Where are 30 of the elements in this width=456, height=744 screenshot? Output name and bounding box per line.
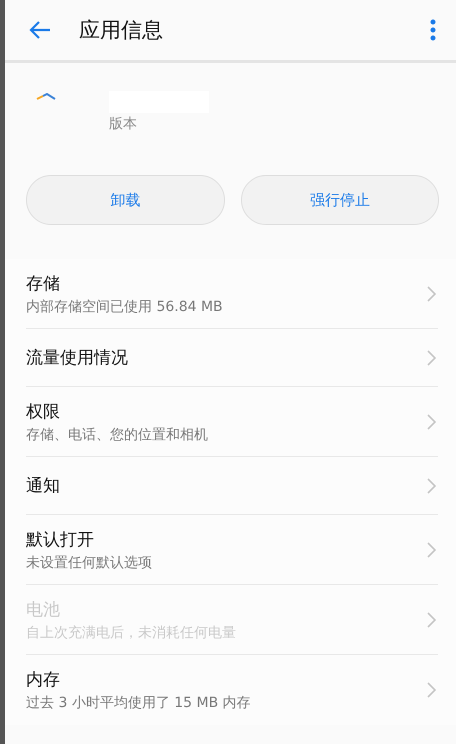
settings-item[interactable]: 流量使用情况 (26, 329, 438, 387)
item-title: 权限 (26, 400, 61, 422)
settings-item[interactable]: 通知 (26, 457, 438, 515)
chevron-right-icon (427, 286, 436, 302)
back-icon[interactable] (28, 20, 52, 40)
item-title: 存储 (26, 272, 61, 294)
chevron-right-icon (427, 542, 436, 558)
chevron-right-icon (427, 414, 436, 430)
item-subtitle: 未设置任何默认选项 (26, 554, 153, 572)
app-icon (35, 93, 57, 101)
chevron-right-icon (427, 478, 436, 494)
screen-title: 应用信息 (79, 17, 164, 44)
chevron-right-icon (427, 350, 436, 366)
chevron-right-icon (427, 612, 436, 628)
settings-item[interactable]: 默认打开 未设置任何默认选项 (26, 515, 438, 585)
action-button[interactable]: 卸载 (26, 175, 224, 225)
item-subtitle: 存储、电话、您的位置和相机 (26, 426, 209, 444)
version-label: 版本 (109, 115, 138, 133)
item-subtitle: 过去 3 小时平均使用了 15 MB 内存 (26, 694, 252, 712)
item-title: 默认打开 (26, 528, 95, 550)
item-title: 流量使用情况 (26, 347, 129, 369)
chevron-right-icon (427, 682, 436, 698)
item-title: 内存 (26, 669, 61, 691)
settings-item[interactable]: 权限 存储、电话、您的位置和相机 (26, 387, 438, 457)
item-title: 通知 (26, 475, 61, 497)
action-button[interactable]: 强行停止 (240, 175, 439, 225)
settings-item[interactable]: 内存 过去 3 小时平均使用了 15 MB 内存 (26, 655, 438, 725)
settings-item[interactable]: 存储 内部存储空间已使用 56.84 MB (26, 259, 438, 329)
item-subtitle: 内部存储空间已使用 56.84 MB (26, 298, 224, 316)
more-options-icon[interactable] (430, 19, 436, 41)
